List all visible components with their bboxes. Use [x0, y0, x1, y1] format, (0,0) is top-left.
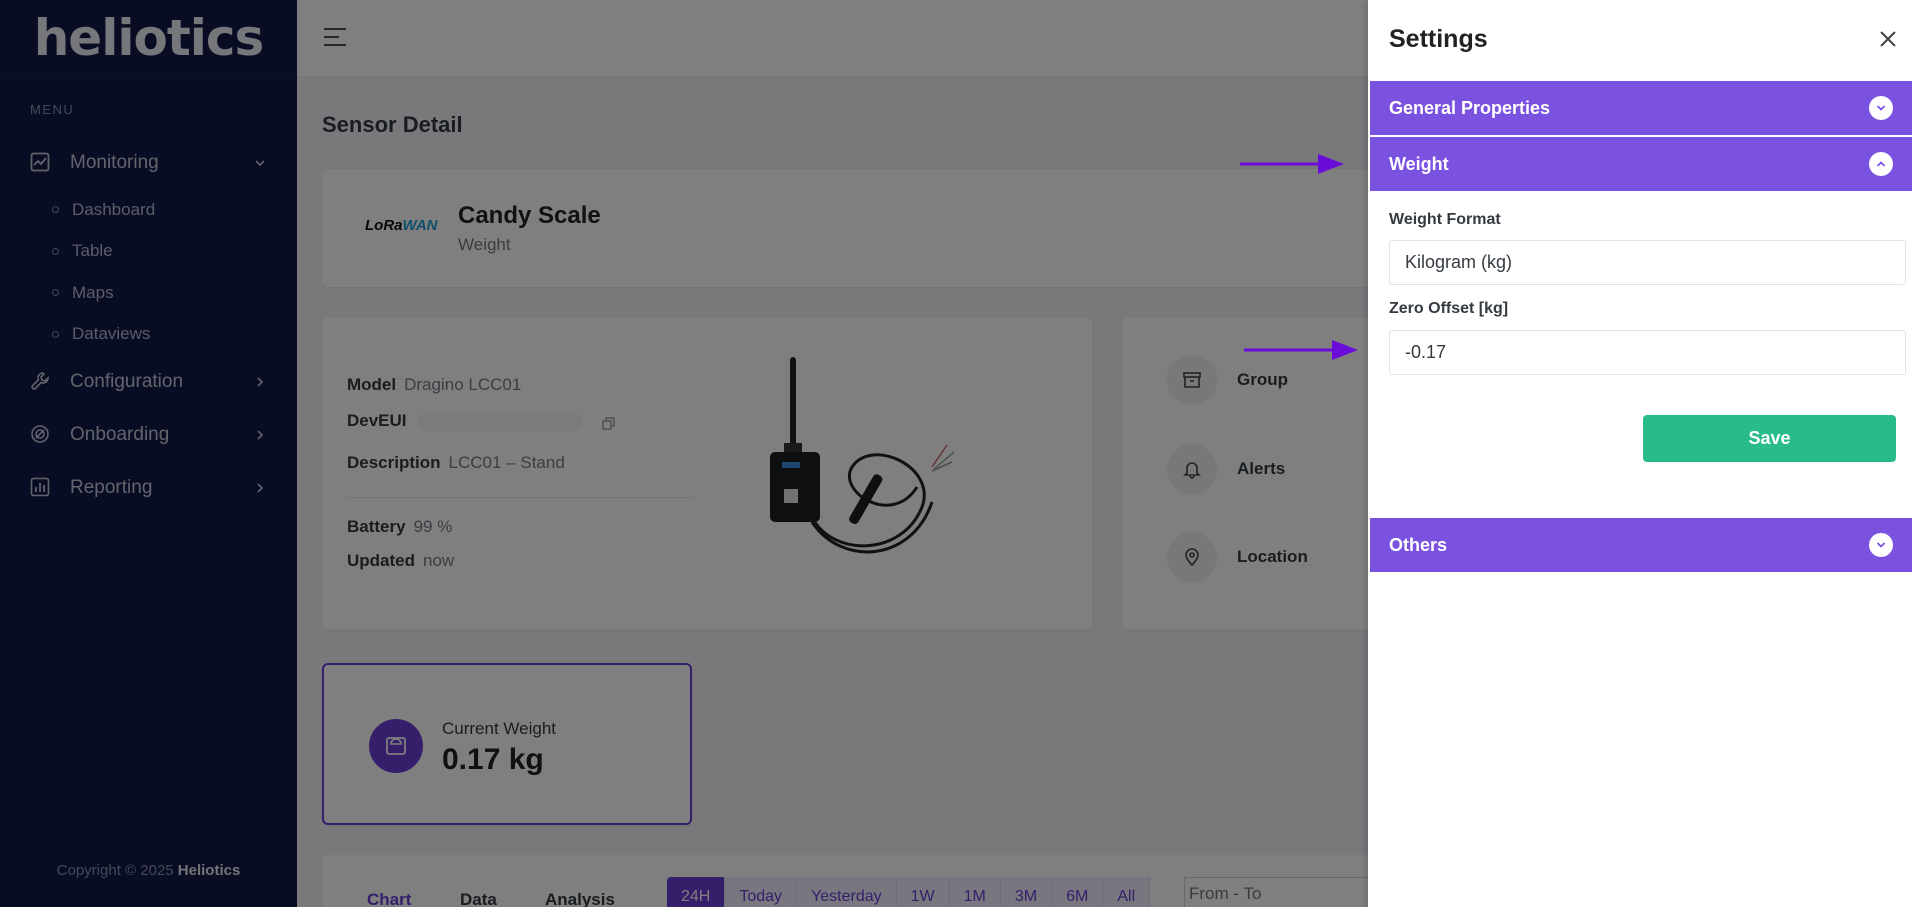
- annotation-arrow-weight: [1240, 154, 1344, 174]
- chevron-down-icon: [1869, 533, 1893, 557]
- settings-title: Settings: [1389, 25, 1488, 53]
- accordion-general-properties[interactable]: General Properties: [1370, 81, 1912, 135]
- save-button[interactable]: Save: [1643, 415, 1896, 462]
- accordion-label: General Properties: [1389, 97, 1551, 118]
- annotation-arrow-zero-offset: [1244, 340, 1358, 360]
- zero-offset-label: Zero Offset [kg]: [1389, 300, 1509, 317]
- accordion-others[interactable]: Others: [1370, 518, 1912, 572]
- accordion-label: Others: [1389, 534, 1448, 555]
- modal-backdrop[interactable]: [0, 0, 1368, 907]
- close-icon[interactable]: [1878, 29, 1898, 49]
- chevron-up-icon: [1869, 152, 1893, 176]
- weight-format-select[interactable]: [1389, 240, 1906, 285]
- zero-offset-input[interactable]: [1389, 330, 1906, 375]
- settings-panel: Settings General Properties Weight Weigh…: [1368, 0, 1912, 907]
- weight-format-label: Weight Format: [1389, 211, 1501, 228]
- accordion-label: Weight: [1389, 153, 1449, 174]
- chevron-down-icon: [1869, 96, 1893, 120]
- accordion-weight[interactable]: Weight: [1370, 137, 1912, 191]
